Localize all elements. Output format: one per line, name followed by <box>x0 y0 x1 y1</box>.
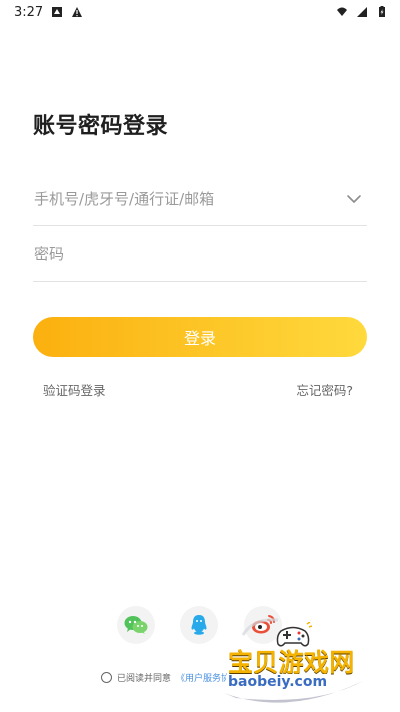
code-login-link[interactable]: 验证码登录 <box>43 380 106 399</box>
wifi-icon <box>336 6 348 18</box>
notification-icon <box>51 6 63 18</box>
chevron-down-icon[interactable] <box>346 192 362 206</box>
password-field[interactable]: 密码 <box>33 229 367 282</box>
battery-icon <box>376 6 388 18</box>
status-time: 3:27 <box>14 4 44 20</box>
forgot-password-link[interactable]: 忘记密码? <box>296 380 353 399</box>
watermark: 宝贝游戏网 baobeiy.com <box>218 613 368 705</box>
password-placeholder: 密码 <box>34 245 65 263</box>
status-left: 3:27 <box>14 5 83 20</box>
warning-icon <box>71 6 83 18</box>
account-field[interactable]: 手机号/虎牙号/通行证/邮箱 <box>33 174 367 226</box>
agree-checkbox[interactable] <box>101 672 112 683</box>
account-placeholder: 手机号/虎牙号/通行证/邮箱 <box>34 190 215 208</box>
page-title: 账号密码登录 <box>33 114 169 139</box>
login-button[interactable]: 登录 <box>33 317 367 357</box>
status-right <box>336 6 388 18</box>
watermark-url: baobeiy.com <box>226 674 330 690</box>
wechat-icon[interactable] <box>117 606 155 644</box>
status-bar: 3:27 <box>0 0 400 24</box>
signal-icon <box>356 6 368 18</box>
agreement-prefix: 已阅读并同意 <box>117 674 172 684</box>
qq-icon[interactable] <box>180 606 218 644</box>
